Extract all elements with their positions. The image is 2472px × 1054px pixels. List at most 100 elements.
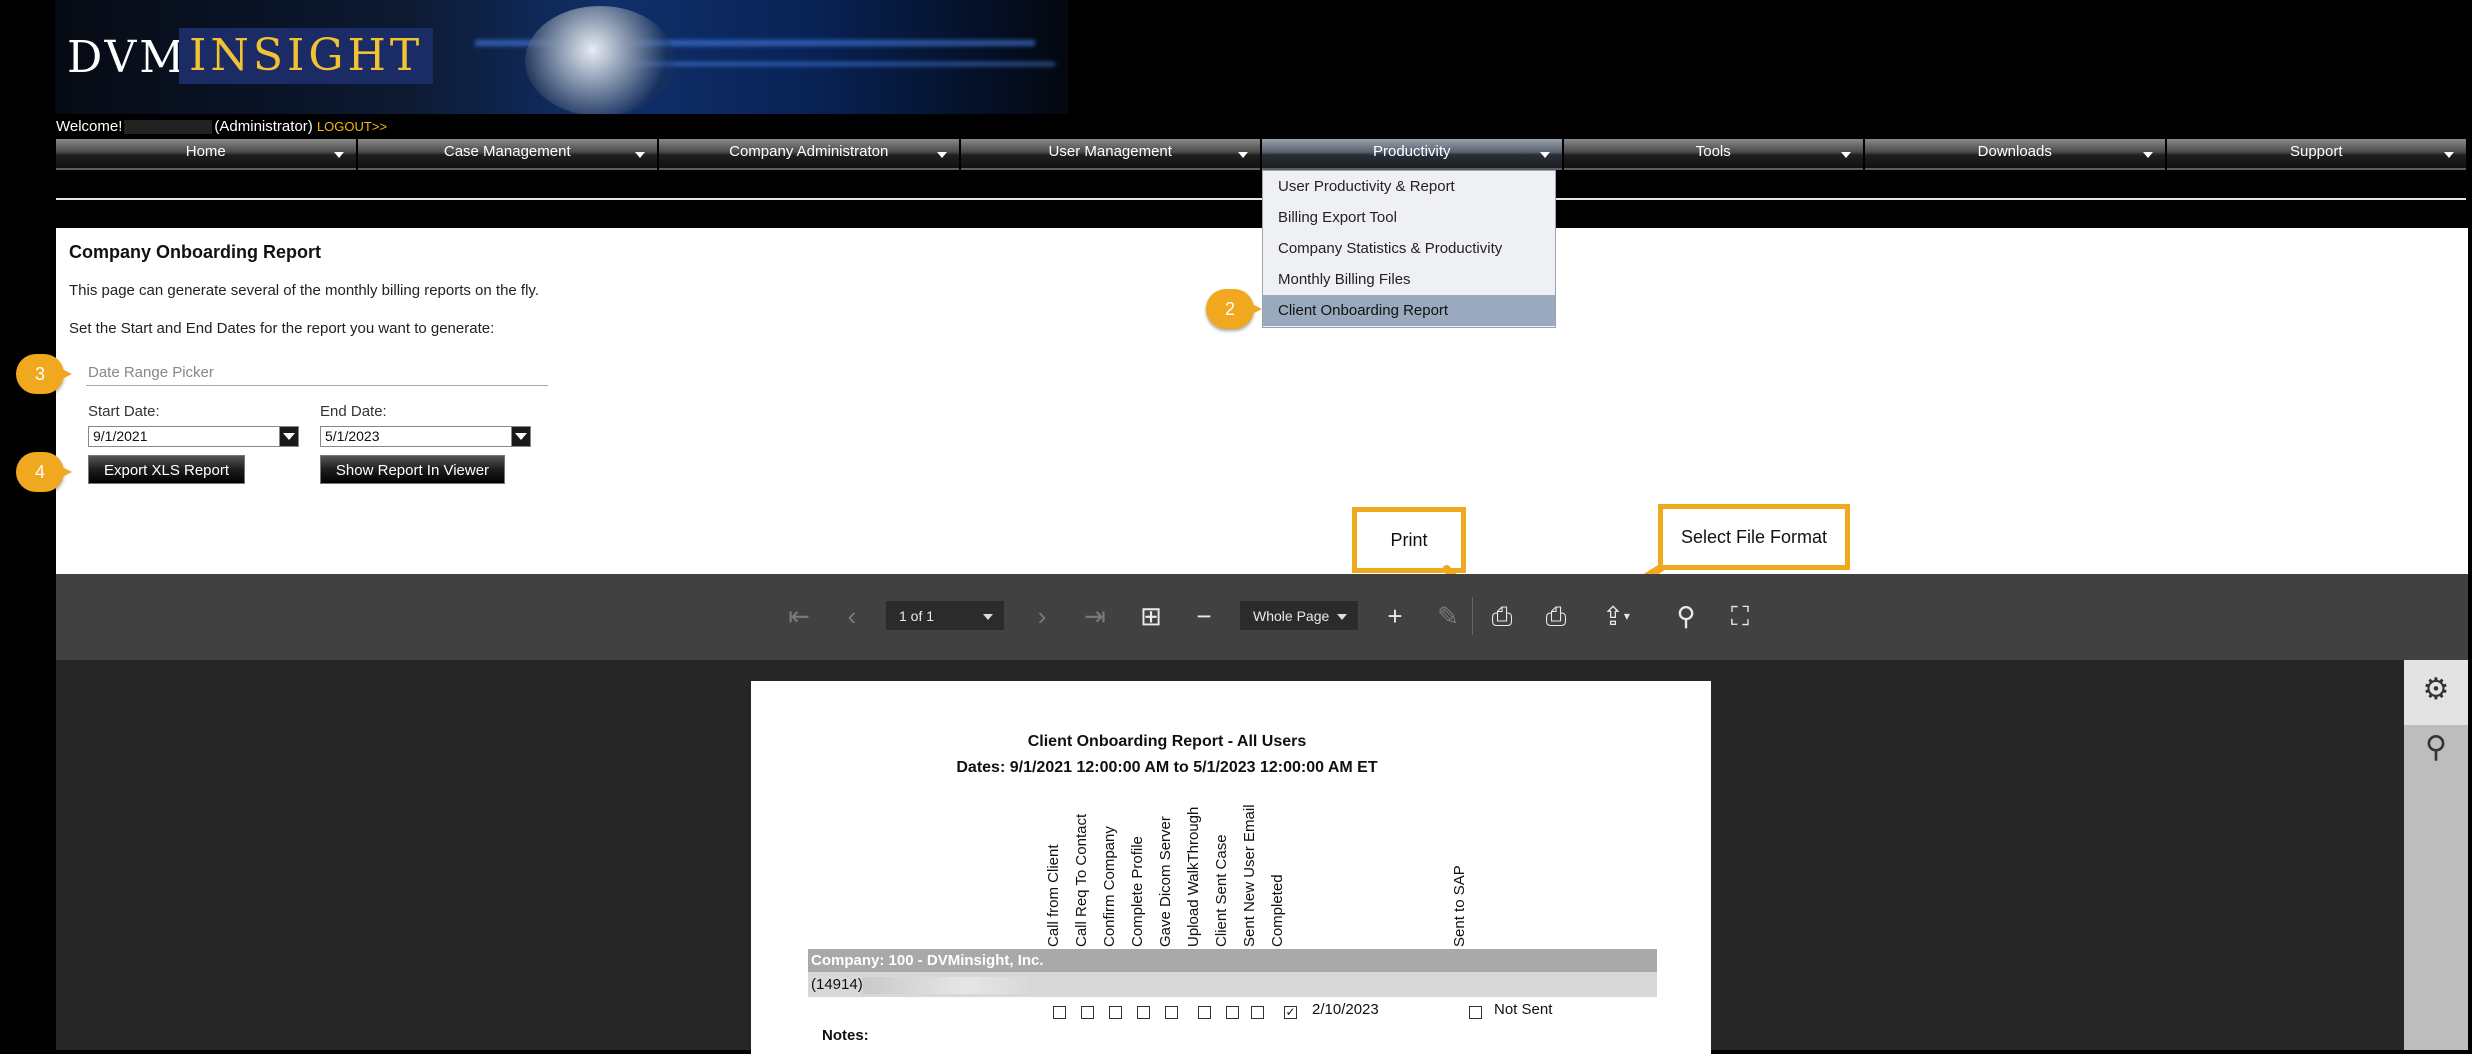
step-4-pointer xyxy=(60,466,72,478)
column-header: Completed xyxy=(1269,874,1286,947)
end-date-dropdown-button[interactable] xyxy=(511,426,531,447)
column-header: Call from Client xyxy=(1045,844,1062,947)
nav-company-administration[interactable]: Company Administraton xyxy=(659,139,959,170)
menu-item-billing-export[interactable]: Billing Export Tool xyxy=(1263,202,1555,233)
file-format-callout: Select File Format xyxy=(1658,504,1850,570)
menu-item-client-onboarding[interactable]: Client Onboarding Report xyxy=(1263,295,1555,326)
welcome-text: Welcome! xyxy=(56,118,123,135)
column-header: Sent to SAP xyxy=(1451,865,1468,947)
report-page: Client Onboarding Report - All Users Dat… xyxy=(751,681,1711,1054)
nav-label: Home xyxy=(185,143,226,160)
start-date-dropdown-button[interactable] xyxy=(279,426,299,447)
fullscreen-icon[interactable]: ⛶ xyxy=(1723,601,1757,631)
welcome-bar: Welcome! (Administrator) LOGOUT>> xyxy=(56,118,387,135)
print-icon[interactable]: ⎙ xyxy=(1485,601,1519,631)
step-3-pointer xyxy=(60,368,72,380)
caret-down-icon xyxy=(983,614,993,620)
banner-streak xyxy=(615,62,1055,66)
caret-down-icon xyxy=(1238,152,1248,158)
caret-down-icon xyxy=(936,152,947,158)
nav-label: Support xyxy=(2289,143,2343,160)
column-header: Client Sent Case xyxy=(1213,834,1230,947)
checkbox xyxy=(1469,1006,1482,1019)
completed-date: 2/10/2023 xyxy=(1312,1001,1379,1018)
end-date-label: End Date: xyxy=(320,403,387,420)
show-report-viewer-button[interactable]: Show Report In Viewer xyxy=(320,455,505,484)
nav-label: User Management xyxy=(1048,143,1172,160)
first-page-icon[interactable]: ⇤ xyxy=(782,601,816,631)
nav-productivity[interactable]: Productivity xyxy=(1262,139,1562,170)
report-dates: Dates: 9/1/2021 12:00:00 AM to 5/1/2023 … xyxy=(956,759,1378,776)
next-page-icon[interactable]: › xyxy=(1025,601,1059,631)
gear-icon[interactable]: ⚙ xyxy=(2404,672,2468,707)
checkbox xyxy=(1165,1006,1178,1019)
print-page-icon[interactable]: ⎙ xyxy=(1539,601,1573,631)
menu-item-company-statistics[interactable]: Company Statistics & Productivity xyxy=(1263,233,1555,264)
nav-label: Downloads xyxy=(1977,143,2052,160)
nav-downloads[interactable]: Downloads xyxy=(1865,139,2165,170)
start-date-input[interactable]: 9/1/2021 xyxy=(88,426,298,447)
productivity-dropdown: User Productivity & Report Billing Expor… xyxy=(1262,170,1556,328)
nav-home[interactable]: Home xyxy=(56,139,356,170)
menu-item-monthly-billing[interactable]: Monthly Billing Files xyxy=(1263,264,1555,295)
nav-label: Tools xyxy=(1695,143,1731,160)
caret-down-icon xyxy=(1841,152,1851,158)
column-header: Confirm Company xyxy=(1101,826,1118,947)
nav-support[interactable]: Support xyxy=(2166,139,2466,170)
nav-label: Productivity xyxy=(1372,143,1451,160)
page-selector-value: 1 of 1 xyxy=(899,608,935,624)
column-header: Upload WalkThrough xyxy=(1185,806,1202,947)
step-2-badge: 2 xyxy=(1206,289,1254,329)
step-4-badge: 4 xyxy=(16,452,64,492)
nav-label: Company Administraton xyxy=(729,143,889,160)
checkbox xyxy=(1081,1006,1094,1019)
checkbox xyxy=(1226,1006,1239,1019)
caret-down-icon xyxy=(515,433,527,440)
banner-orb xyxy=(525,6,675,114)
page-selector[interactable]: 1 of 1 xyxy=(886,601,1004,630)
toolbar-separator xyxy=(1472,597,1473,635)
caret-down-icon xyxy=(2444,152,2454,158)
last-page-icon[interactable]: ⇥ xyxy=(1078,601,1112,631)
user-role: (Administrator) xyxy=(214,118,313,135)
main-nav: Home Case Management Company Administrat… xyxy=(56,139,2466,170)
zoom-selector[interactable]: Whole Page xyxy=(1240,601,1358,630)
edit-icon[interactable]: ✎ xyxy=(1431,601,1465,631)
search-icon[interactable]: ⚲ xyxy=(1669,601,1703,631)
menu-item-user-productivity[interactable]: User Productivity & Report xyxy=(1263,171,1555,202)
end-date-input[interactable]: 5/1/2023 xyxy=(320,426,530,447)
divider xyxy=(56,198,2466,200)
step-3-badge: 3 xyxy=(16,354,64,394)
user-id: (14914) xyxy=(811,976,863,993)
nav-user-management[interactable]: User Management xyxy=(960,139,1260,170)
date-range-divider xyxy=(86,385,548,386)
caret-down-icon xyxy=(635,152,645,158)
caret-down-icon: ▾ xyxy=(1623,609,1630,623)
start-date-label: Start Date: xyxy=(88,403,160,420)
nav-tools[interactable]: Tools xyxy=(1563,139,1863,170)
caret-down-icon xyxy=(1539,152,1550,158)
redacted-username xyxy=(124,120,213,135)
viewer-side-panel: ⚙ ⚲ xyxy=(2404,660,2468,1050)
multipage-icon[interactable]: ⊞ xyxy=(1134,601,1168,631)
zoom-out-icon[interactable]: − xyxy=(1187,601,1221,631)
search-icon[interactable]: ⚲ xyxy=(2404,730,2468,765)
export-icon[interactable]: ⇪▾ xyxy=(1594,601,1638,631)
logo-dvm: DVM xyxy=(67,32,188,83)
checkbox-checked: ✓ xyxy=(1284,1005,1297,1019)
sap-status: Not Sent xyxy=(1494,1001,1553,1018)
nav-case-management[interactable]: Case Management xyxy=(357,139,657,170)
zoom-in-icon[interactable]: + xyxy=(1378,601,1412,631)
caret-down-icon xyxy=(1337,614,1347,620)
user-row: (14914) xyxy=(808,972,1657,997)
column-header: Sent New User Email xyxy=(1241,804,1258,947)
logout-link[interactable]: LOGOUT>> xyxy=(317,119,387,134)
print-callout: Print xyxy=(1352,507,1466,573)
page-instruction: Set the Start and End Dates for the repo… xyxy=(69,320,495,337)
caret-down-icon xyxy=(2142,152,2153,158)
column-header: Gave Dicom Server xyxy=(1157,816,1174,947)
checkbox xyxy=(1251,1006,1264,1019)
prev-page-icon[interactable]: ‹ xyxy=(835,601,869,631)
export-xls-button[interactable]: Export XLS Report xyxy=(88,455,245,484)
column-header: Call Req To Contact xyxy=(1073,813,1090,947)
